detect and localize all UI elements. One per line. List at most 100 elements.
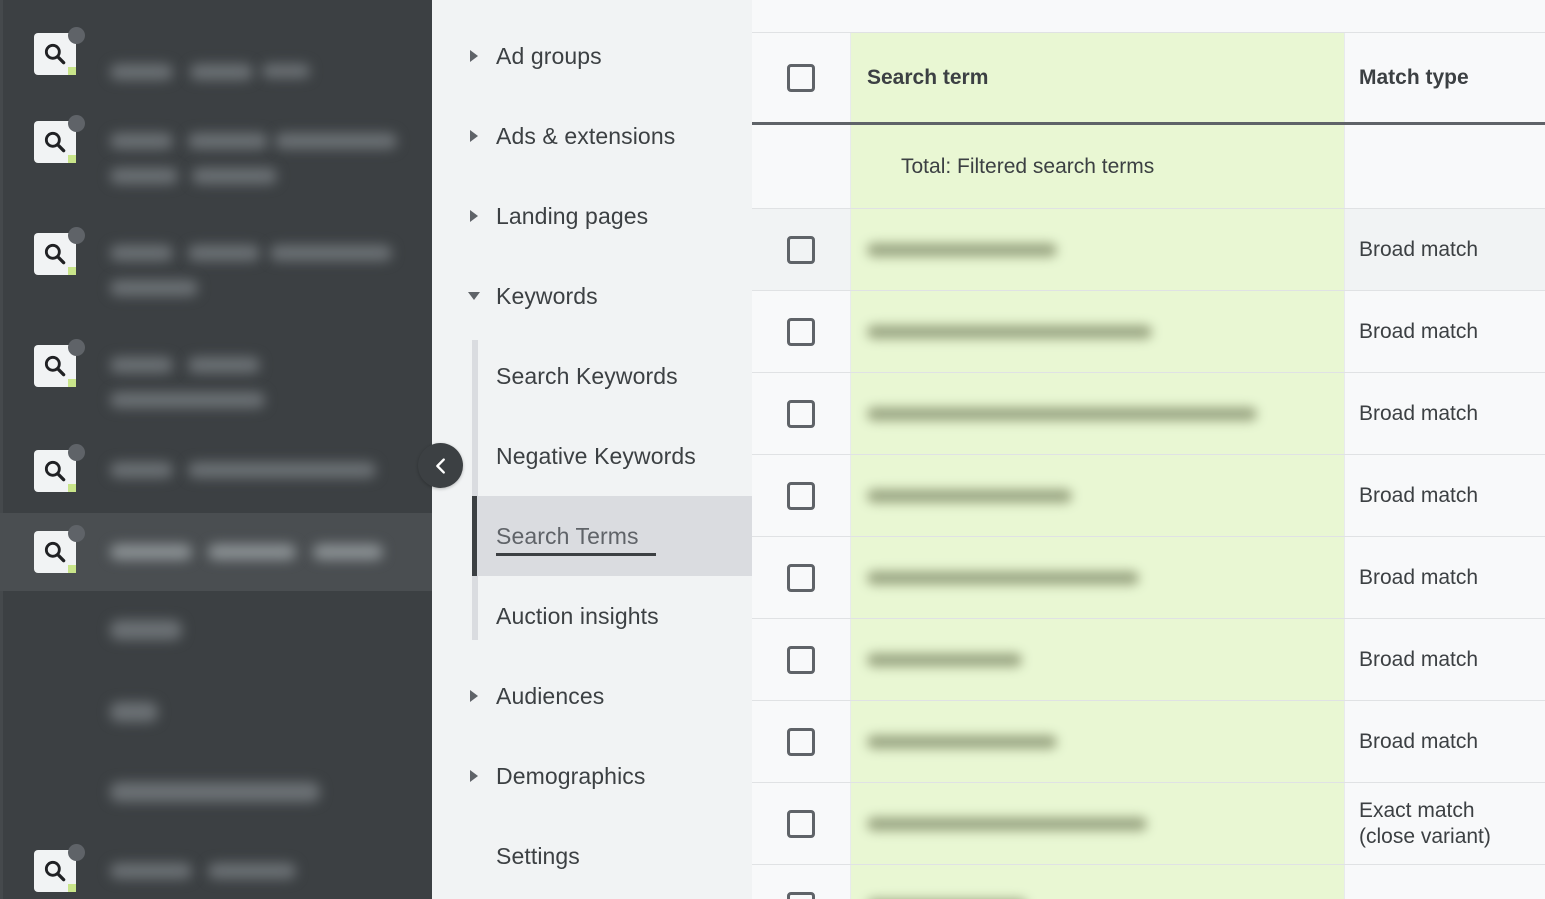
nav-item-ads-extensions[interactable]: Ads & extensions	[432, 114, 752, 158]
table-row[interactable]: Exact match (close variant)	[752, 783, 1545, 865]
row-select-cell[interactable]	[752, 209, 851, 290]
row-checkbox[interactable]	[787, 318, 815, 346]
nav-item-landing-pages[interactable]: Landing pages	[432, 194, 752, 238]
row-match-type-cell: Broad match	[1344, 537, 1545, 618]
table-row[interactable]: Broad match	[752, 291, 1545, 373]
total-match-cell	[1344, 125, 1545, 208]
campaign-type-corner	[68, 565, 76, 573]
campaign-type-corner	[68, 884, 76, 892]
nav-subitem-negative-keywords[interactable]: Negative Keywords	[477, 416, 752, 496]
status-dot	[68, 525, 85, 542]
chevron-right-icon	[470, 50, 478, 62]
nav-item-label: Ad groups	[496, 43, 602, 70]
row-select-cell[interactable]	[752, 373, 851, 454]
row-match-type-cell: Broad match	[1344, 455, 1545, 536]
select-all-cell[interactable]	[752, 33, 851, 122]
row-checkbox[interactable]	[787, 892, 815, 899]
campaign-rail-item[interactable]	[0, 108, 432, 206]
row-match-type-value: Broad match	[1359, 237, 1478, 263]
redacted-search-term	[867, 653, 1022, 667]
status-dot	[68, 444, 85, 461]
row-select-cell[interactable]	[752, 783, 851, 864]
table-row[interactable]: Broad match	[752, 455, 1545, 537]
row-checkbox[interactable]	[787, 236, 815, 264]
row-checkbox[interactable]	[787, 728, 815, 756]
campaign-nav-panel: Ad groups Ads & extensions Landing pages…	[432, 0, 752, 899]
campaign-rail-item[interactable]	[0, 444, 432, 522]
row-search-term-cell	[851, 291, 1344, 372]
nav-subitem-label: Auction insights	[496, 603, 659, 630]
column-header-match-type[interactable]: Match type	[1344, 33, 1545, 122]
row-select-cell[interactable]	[752, 865, 851, 899]
table-row[interactable]: Broad match	[752, 209, 1545, 291]
redacted-text	[188, 462, 376, 478]
row-checkbox[interactable]	[787, 646, 815, 674]
table-header-row: Search term Match type	[752, 33, 1545, 125]
nav-subitem-search-keywords[interactable]: Search Keywords	[477, 336, 752, 416]
row-search-term-cell	[851, 209, 1344, 290]
redacted-text	[110, 168, 178, 184]
campaign-type-corner	[68, 484, 76, 492]
row-match-type-value: Broad match	[1359, 483, 1478, 509]
redacted-text	[275, 133, 397, 149]
row-match-type-value: Exact match (close variant)	[1359, 798, 1491, 849]
redacted-text	[110, 782, 320, 802]
campaign-rail-item-selected[interactable]	[0, 513, 432, 591]
row-match-type-value: Broad match	[1359, 401, 1478, 427]
row-search-term-cell	[851, 619, 1344, 700]
row-search-term-cell	[851, 537, 1344, 618]
table-row[interactable]: Broad match	[752, 373, 1545, 455]
row-select-cell[interactable]	[752, 291, 851, 372]
nav-item-keywords[interactable]: Keywords	[432, 274, 752, 318]
redacted-text	[208, 863, 296, 879]
nav-item-demographics[interactable]: Demographics	[432, 754, 752, 798]
nav-subitem-label: Search Keywords	[496, 363, 678, 390]
row-select-cell[interactable]	[752, 537, 851, 618]
nav-item-ad-groups[interactable]: Ad groups	[432, 34, 752, 78]
nav-item-label: Ads & extensions	[496, 123, 675, 150]
column-header-label: Match type	[1359, 66, 1469, 90]
total-term-cell: Total: Filtered search terms	[851, 125, 1344, 208]
campaign-rail-item[interactable]	[0, 220, 432, 318]
table-row[interactable]: Broad match	[752, 619, 1545, 701]
nav-item-settings[interactable]: Settings	[432, 834, 752, 878]
row-match-type-cell: Broad match	[1344, 701, 1545, 782]
row-match-type-value: Broad match	[1359, 729, 1478, 755]
row-checkbox[interactable]	[787, 810, 815, 838]
status-dot	[68, 27, 85, 44]
campaign-rail-item[interactable]	[0, 846, 432, 899]
table-row[interactable]: Broad match	[752, 701, 1545, 783]
row-select-cell[interactable]	[752, 619, 851, 700]
row-checkbox[interactable]	[787, 564, 815, 592]
status-dot	[68, 844, 85, 861]
nav-subitem-label: Search Terms	[496, 523, 639, 550]
redacted-text	[313, 544, 383, 560]
nav-subitem-auction-insights[interactable]: Auction insights	[477, 576, 752, 656]
row-checkbox[interactable]	[787, 400, 815, 428]
column-header-label: Search term	[867, 66, 988, 90]
row-select-cell[interactable]	[752, 701, 851, 782]
table-toolbar-strip	[752, 0, 1545, 33]
nav-item-label: Settings	[496, 843, 580, 870]
nav-subitem-search-terms[interactable]: Search Terms	[477, 496, 752, 576]
status-dot	[68, 227, 85, 244]
row-match-type-cell: Broad match	[1344, 291, 1545, 372]
nav-item-audiences[interactable]: Audiences	[432, 674, 752, 718]
total-row-label: Total: Filtered search terms	[901, 125, 1154, 208]
row-checkbox[interactable]	[787, 482, 815, 510]
redacted-text	[188, 133, 268, 149]
collapse-panel-button[interactable]	[418, 443, 463, 488]
chevron-left-icon	[430, 455, 452, 477]
select-all-checkbox[interactable]	[787, 64, 815, 92]
redacted-text	[190, 64, 253, 80]
campaign-type-corner	[68, 67, 76, 75]
table-row[interactable]: Broad match	[752, 537, 1545, 619]
table-row[interactable]	[752, 865, 1545, 899]
redacted-text	[110, 544, 192, 560]
row-match-type-cell	[1344, 865, 1545, 899]
campaign-rail-item[interactable]	[0, 18, 432, 96]
nav-item-label: Demographics	[496, 763, 646, 790]
column-header-search-term[interactable]: Search term	[851, 33, 1344, 122]
campaign-rail-item[interactable]	[0, 332, 432, 430]
row-select-cell[interactable]	[752, 455, 851, 536]
